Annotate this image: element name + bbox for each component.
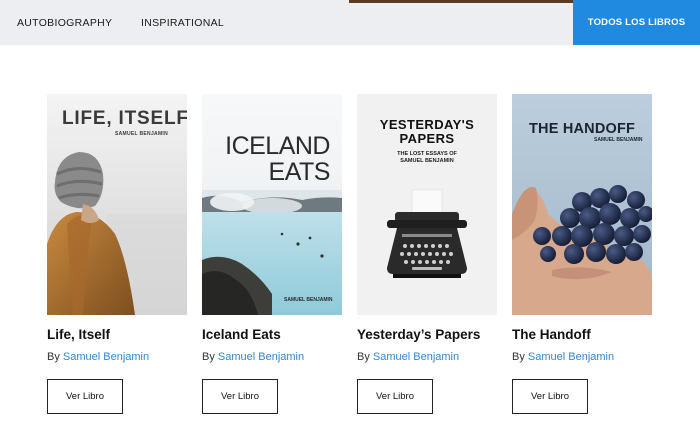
book-title[interactable]: Iceland Eats — [202, 327, 281, 342]
byline-prefix: By — [357, 351, 370, 363]
cover-photo-lagoon — [202, 94, 342, 315]
cover-author: SAMUEL BENJAMIN — [594, 137, 643, 143]
book-cover[interactable]: THE HANDOFF SAMUEL BENJAMIN — [512, 94, 652, 315]
cover-title: LIFE, ITSELF — [62, 108, 187, 129]
cover-title-line: YESTERDAY'S — [379, 117, 475, 132]
cover-title: THE HANDOFF — [529, 121, 636, 137]
cover-title-line: EATS — [268, 158, 331, 186]
book-title[interactable]: Yesterday’s Papers — [357, 327, 480, 342]
cover-title: ICELAND EATS — [224, 133, 330, 185]
byline-prefix: By — [202, 351, 215, 363]
byline-prefix: By — [47, 351, 60, 363]
cover-subtitle-line: SAMUEL BENJAMIN — [400, 158, 454, 164]
cover-title-line: ICELAND — [225, 132, 330, 160]
view-book-button[interactable]: Ver Libro — [47, 379, 123, 414]
view-book-button[interactable]: Ver Libro — [357, 379, 433, 414]
book-card: LIFE, ITSELF SAMUEL BENJAMIN Life, Itsel… — [47, 94, 187, 414]
book-title[interactable]: Life, Itself — [47, 327, 110, 342]
author-link[interactable]: Samuel Benjamin — [373, 351, 459, 363]
cover-author: SAMUEL BENJAMIN — [284, 297, 333, 303]
cover-title-line: PAPERS — [399, 131, 455, 146]
author-link[interactable]: Samuel Benjamin — [218, 351, 304, 363]
all-books-button[interactable]: TODOS LOS LIBROS — [573, 0, 700, 45]
book-byline: By Samuel Benjamin — [47, 351, 149, 363]
header-image-edge — [349, 0, 574, 3]
view-book-button[interactable]: Ver Libro — [512, 379, 588, 414]
author-link[interactable]: Samuel Benjamin — [528, 351, 614, 363]
cover-title: YESTERDAY'S PAPERS — [357, 118, 497, 146]
book-byline: By Samuel Benjamin — [357, 351, 459, 363]
nav-item-inspirational[interactable]: INSPIRATIONAL — [141, 0, 224, 45]
book-card: ICELAND EATS SAMUEL BENJAMIN Iceland Eat… — [202, 94, 342, 414]
book-card: THE HANDOFF SAMUEL BENJAMIN The Handoff … — [512, 94, 652, 414]
book-title[interactable]: The Handoff — [512, 327, 591, 342]
book-cover[interactable]: YESTERDAY'S PAPERS THE LOST ESSAYS OF SA… — [357, 94, 497, 315]
cover-author: SAMUEL BENJAMIN — [115, 131, 169, 137]
cover-subtitle-line: THE LOST ESSAYS OF — [397, 151, 457, 157]
book-cover[interactable]: LIFE, ITSELF SAMUEL BENJAMIN — [47, 94, 187, 315]
view-book-button[interactable]: Ver Libro — [202, 379, 278, 414]
nav-item-autobiography[interactable]: AUTOBIOGRAPHY — [17, 0, 112, 45]
byline-prefix: By — [512, 351, 525, 363]
book-byline: By Samuel Benjamin — [202, 351, 304, 363]
book-byline: By Samuel Benjamin — [512, 351, 614, 363]
book-card: YESTERDAY'S PAPERS THE LOST ESSAYS OF SA… — [357, 94, 497, 414]
cover-subtitle: THE LOST ESSAYS OF SAMUEL BENJAMIN — [357, 151, 497, 165]
book-cover[interactable]: ICELAND EATS SAMUEL BENJAMIN — [202, 94, 342, 315]
top-nav-bar: AUTOBIOGRAPHY INSPIRATIONAL TODOS LOS LI… — [0, 0, 700, 45]
author-link[interactable]: Samuel Benjamin — [63, 351, 149, 363]
